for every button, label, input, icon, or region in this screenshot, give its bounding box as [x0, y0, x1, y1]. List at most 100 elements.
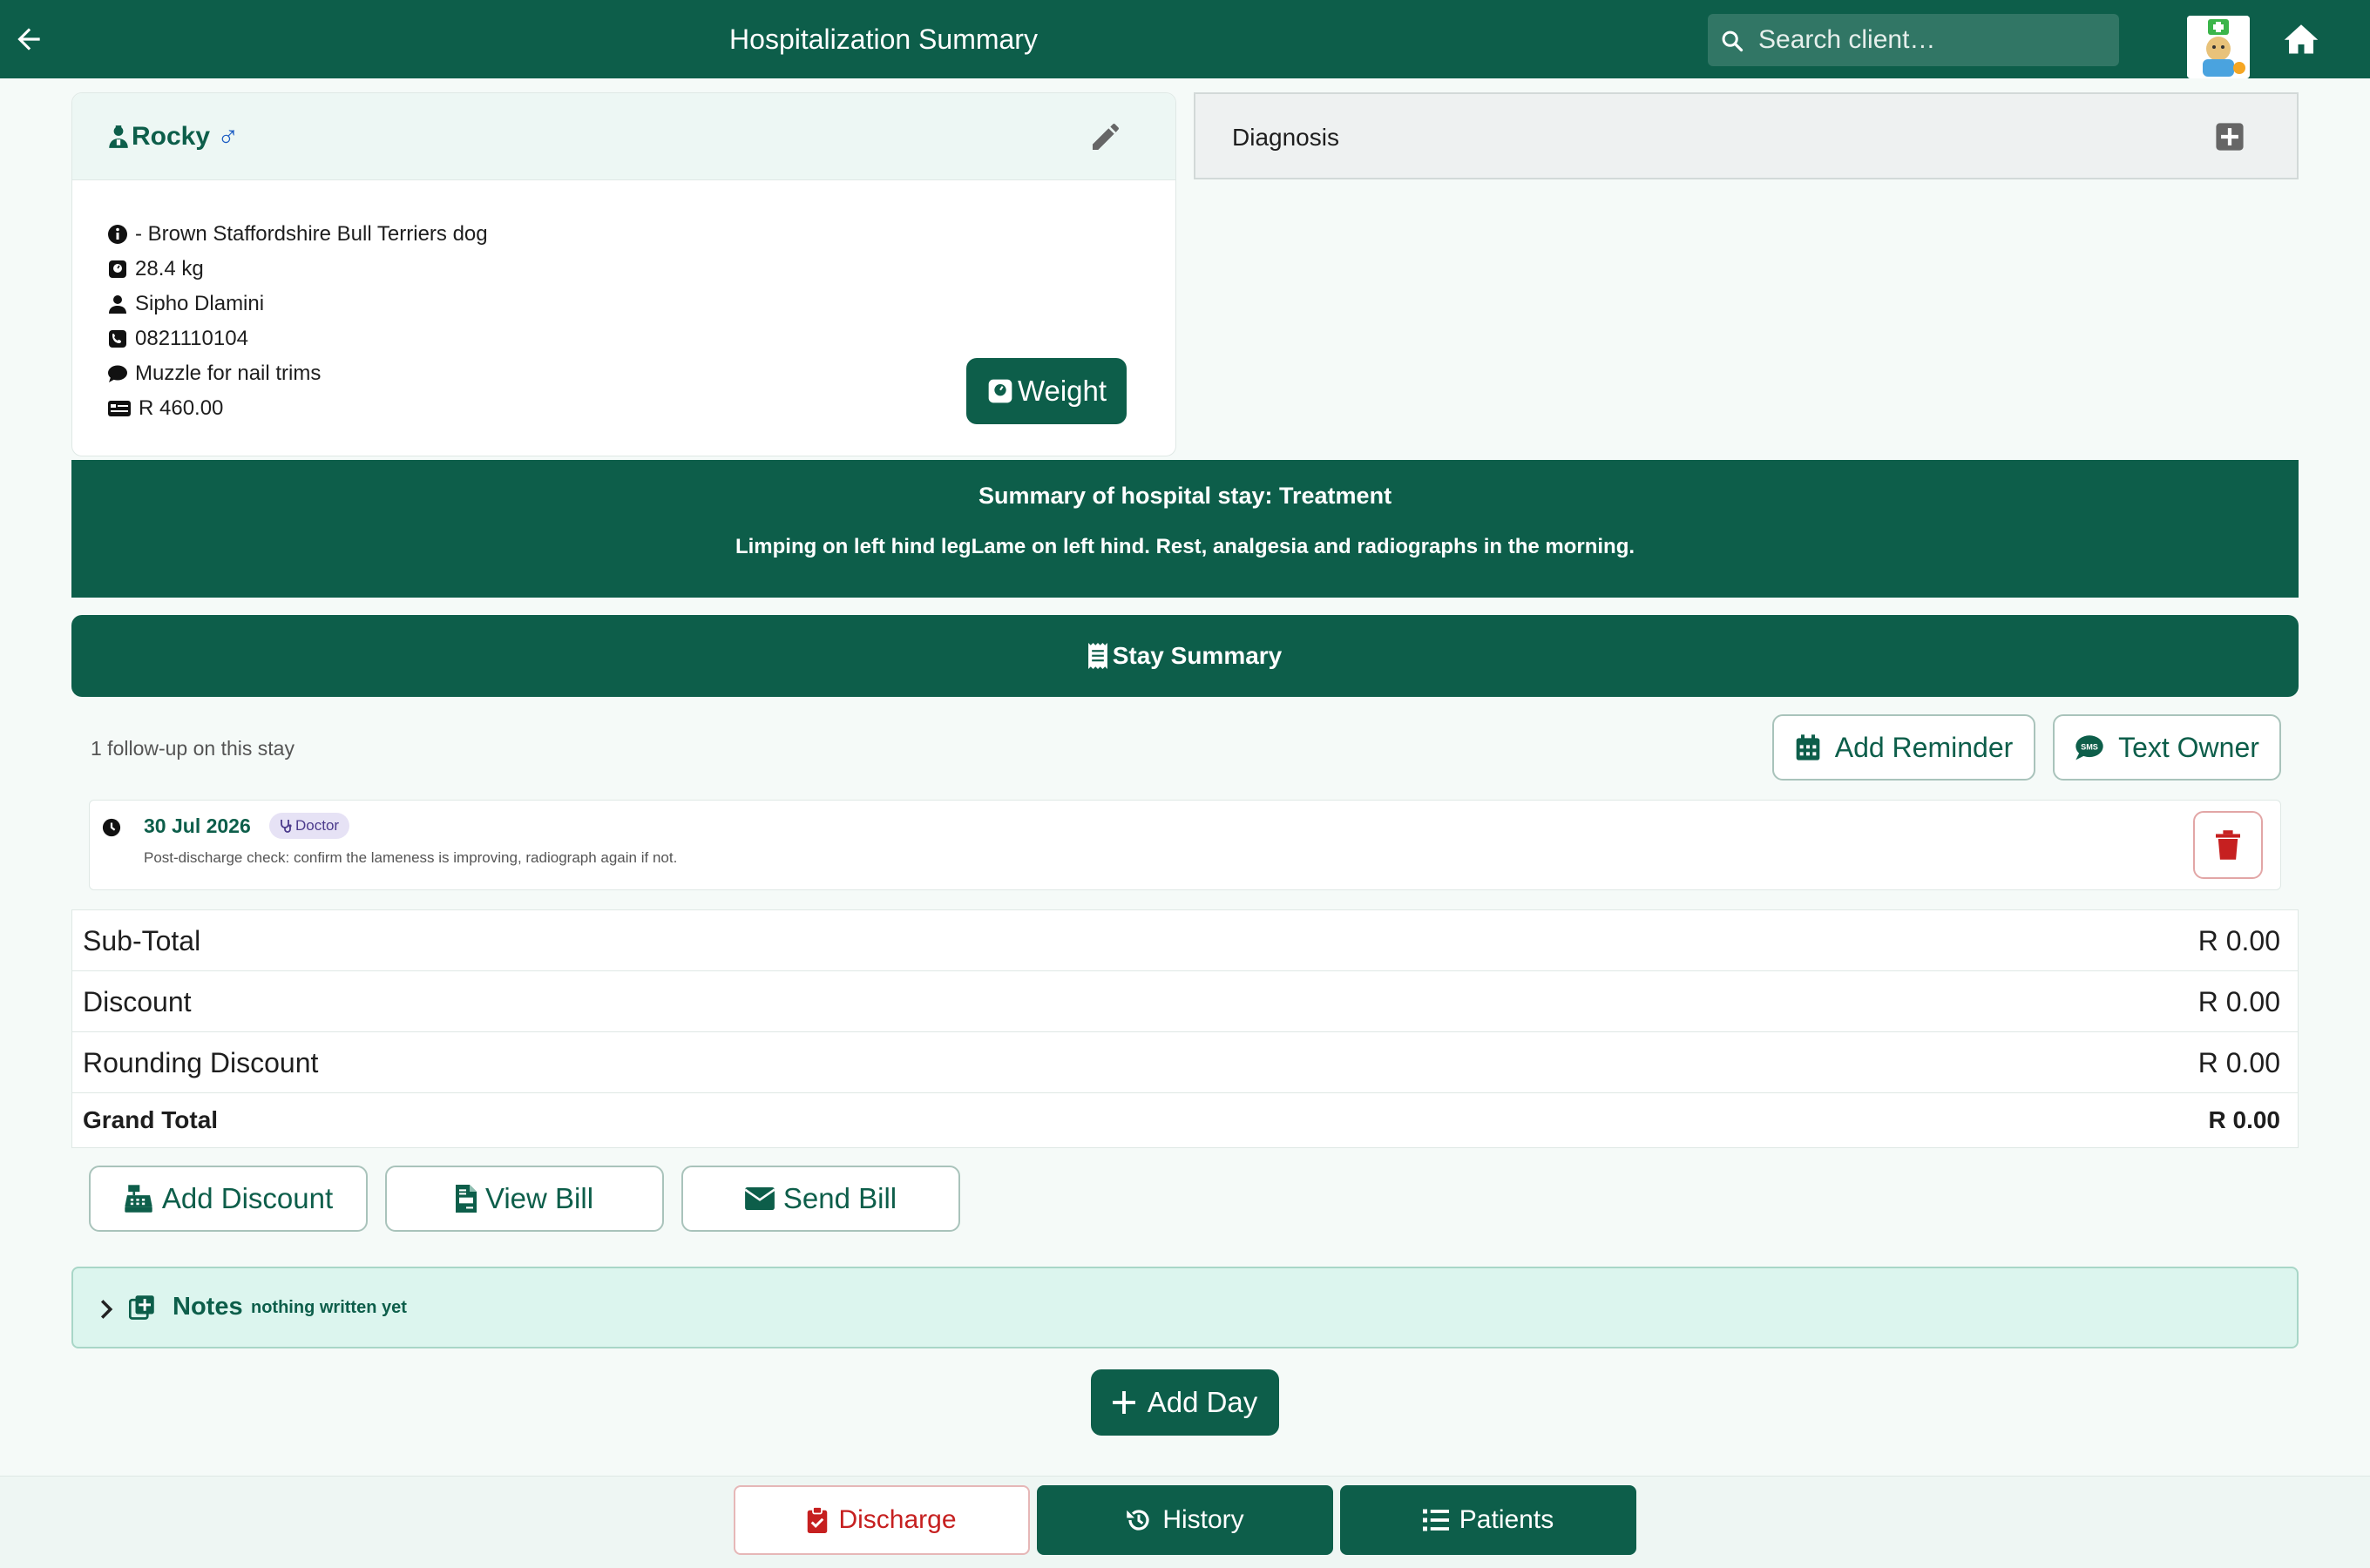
chevron-right-icon[interactable] — [99, 1298, 113, 1325]
discount-row: Discount R 0.00 — [72, 971, 2298, 1032]
role-badge-label: Doctor — [295, 817, 340, 834]
history-icon — [1127, 1510, 1149, 1531]
avatar[interactable] — [2187, 16, 2250, 78]
notes-panel[interactable]: Notes nothing written yet — [71, 1267, 2299, 1348]
followup-item: 30 Jul 2026 Doctor Post-discharge check:… — [89, 800, 2281, 890]
followup-date: 30 Jul 2026 — [144, 814, 251, 837]
stay-summary-label: Stay Summary — [1112, 642, 1283, 669]
patient-card-header: Rocky ♂ — [72, 93, 1175, 180]
envelope-icon — [744, 1187, 775, 1210]
subtotal-value: R 0.00 — [2197, 925, 2280, 956]
svg-text:SMS: SMS — [2081, 743, 2098, 752]
list-icon — [1422, 1509, 1449, 1531]
weight-scale-icon — [988, 379, 1012, 403]
patient-note-row: Muzzle for nail trims — [107, 356, 488, 391]
patient-owner: Sipho Dlamini — [135, 292, 265, 315]
add-diagnosis-icon[interactable] — [2215, 122, 2245, 156]
bottom-action-bar: Discharge History Patients — [0, 1476, 2370, 1568]
weight-button-label: Weight — [1017, 375, 1107, 407]
info-icon — [108, 225, 127, 244]
stethoscope-icon — [281, 820, 292, 833]
add-note-icon — [128, 1294, 155, 1325]
patient-phone: 0821110104 — [135, 327, 248, 350]
grand-total-row: Grand Total R 0.00 — [72, 1093, 2298, 1149]
delete-followup-button[interactable] — [2193, 811, 2263, 879]
rounding-discount-value: R 0.00 — [2197, 1047, 2280, 1078]
search-icon — [1722, 30, 1744, 52]
edit-pencil-icon[interactable] — [1088, 119, 1123, 159]
rounding-discount-label: Rounding Discount — [83, 1047, 319, 1078]
receipt-icon — [1087, 643, 1107, 669]
top-bar: Hospitalization Summary — [0, 0, 2370, 78]
patients-label: Patients — [1459, 1505, 1554, 1534]
send-bill-label: Send Bill — [782, 1182, 897, 1214]
patient-balance-row: R 460.00 — [107, 391, 488, 426]
patient-breed-row: - Brown Staffordshire Bull Terriers dog — [107, 217, 488, 252]
patient-breed: - Brown Staffordshire Bull Terriers dog — [135, 222, 488, 246]
view-bill-button[interactable]: View Bill — [385, 1166, 664, 1232]
sms-icon: SMS — [2075, 735, 2103, 760]
patient-card: Rocky ♂ - Brown Staffordshire Bull Terri… — [71, 92, 1176, 456]
rounding-discount-row: Rounding Discount R 0.00 — [72, 1032, 2298, 1093]
subtotal-label: Sub-Total — [83, 925, 201, 956]
role-badge: Doctor — [269, 813, 350, 839]
diagnosis-panel[interactable]: Diagnosis — [1194, 92, 2299, 179]
hospital-stay-summary-banner: Summary of hospital stay: Treatment Limp… — [71, 460, 2299, 598]
notes-subtitle: nothing written yet — [251, 1298, 407, 1317]
discharge-label: Discharge — [838, 1505, 957, 1534]
clock-icon — [102, 818, 121, 841]
history-label: History — [1162, 1505, 1244, 1534]
stay-summary-bar[interactable]: Stay Summary — [71, 615, 2299, 697]
person-icon — [109, 295, 126, 314]
discharge-button[interactable]: Discharge — [734, 1485, 1030, 1555]
text-owner-label: Text Owner — [2118, 731, 2259, 763]
patient-weight: 28.4 kg — [135, 257, 204, 280]
view-bill-label: View Bill — [484, 1182, 594, 1214]
discount-value: R 0.00 — [2197, 986, 2280, 1017]
trash-icon — [2216, 830, 2240, 860]
patient-balance: R 460.00 — [139, 396, 224, 420]
weight-scale-icon — [109, 260, 126, 278]
money-card-icon — [108, 401, 131, 416]
history-button[interactable]: History — [1037, 1485, 1333, 1555]
add-reminder-button[interactable]: Add Reminder — [1772, 714, 2035, 781]
grand-total-value: R 0.00 — [2208, 1106, 2281, 1133]
add-day-button[interactable]: Add Day — [1091, 1369, 1279, 1436]
subtotal-row: Sub-Total R 0.00 — [72, 910, 2298, 971]
add-discount-label: Add Discount — [161, 1182, 334, 1214]
file-invoice-icon — [455, 1185, 477, 1213]
summary-text: Limping on left hind legLame on left hin… — [735, 535, 1635, 558]
send-bill-button[interactable]: Send Bill — [681, 1166, 960, 1232]
totals-table: Sub-Total R 0.00 Discount R 0.00 Roundin… — [71, 909, 2299, 1148]
text-owner-button[interactable]: SMS Text Owner — [2053, 714, 2281, 781]
home-icon[interactable] — [2283, 21, 2321, 57]
patients-button[interactable]: Patients — [1340, 1485, 1636, 1555]
search-box[interactable] — [1708, 14, 2119, 66]
followup-note: Post-discharge check: confirm the lamene… — [144, 849, 678, 866]
patient-note: Muzzle for nail trims — [135, 362, 322, 385]
patient-owner-row: Sipho Dlamini — [107, 287, 488, 321]
page-title: Hospitalization Summary — [729, 24, 1038, 55]
vet-icon — [109, 125, 128, 148]
calendar-icon — [1796, 734, 1820, 760]
grand-total-label: Grand Total — [83, 1106, 219, 1133]
cash-register-icon — [125, 1185, 152, 1213]
plus-icon — [1112, 1391, 1135, 1414]
patient-weight-row: 28.4 kg — [107, 252, 488, 287]
summary-title: Summary of hospital stay: Treatment — [978, 483, 1392, 509]
comment-icon — [108, 365, 127, 382]
add-reminder-label: Add Reminder — [1834, 731, 2014, 763]
notes-title: Notes — [173, 1293, 243, 1321]
phone-icon — [109, 330, 126, 348]
diagnosis-label: Diagnosis — [1232, 124, 1339, 151]
patient-phone-row: 0821110104 — [107, 321, 488, 356]
add-day-label: Add Day — [1147, 1386, 1258, 1418]
clipboard-check-icon — [808, 1507, 828, 1533]
discount-label: Discount — [83, 986, 192, 1017]
weight-button[interactable]: Weight — [966, 358, 1127, 424]
male-icon: ♂ — [217, 119, 240, 152]
patient-name-row: Rocky ♂ — [107, 119, 240, 153]
search-input[interactable] — [1757, 14, 2105, 66]
add-discount-button[interactable]: Add Discount — [89, 1166, 368, 1232]
followup-count: 1 follow-up on this stay — [91, 737, 295, 760]
